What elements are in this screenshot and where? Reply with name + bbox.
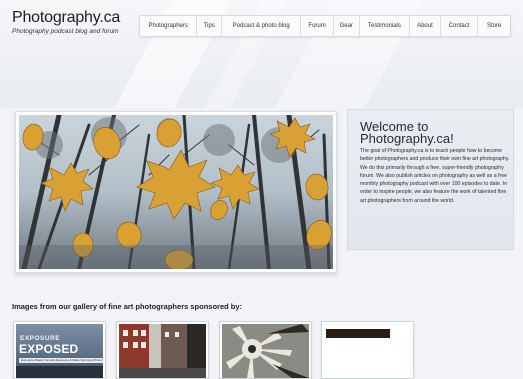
gallery-thumb-city-street[interactable] [116,321,209,379]
cover-band [16,366,103,378]
gallery-thumb-exposure-ebook[interactable]: EXPOSURE EXPOSED Exposure Master Camera … [13,321,106,379]
feature-photo-autumn-leaves[interactable] [19,115,333,269]
header: Photography.ca Photography podcast blog … [0,0,523,108]
abstract-photo [222,324,309,378]
cover-title: EXPOSED [19,342,79,356]
nav-about[interactable]: About [410,16,441,36]
nav-gear[interactable]: Gear [334,16,360,36]
cover-title: EXPOSURE [20,335,61,342]
gallery-thumb-dark[interactable] [321,321,414,379]
nav-podcast-photo-blog[interactable]: Podcast & photo blog [222,16,302,36]
welcome-box: Welcome to Photography.ca! The goal of P… [347,109,514,250]
cover-subtitle: Exposure Master Camera Exposure & Make S… [19,358,103,363]
nav-photographers[interactable]: Photographers [140,16,198,36]
welcome-title: Welcome to Photography.ca! [360,119,454,146]
thumb-image [119,324,206,378]
main-nav: Photographers Tips Podcast & photo blog … [139,15,511,37]
site-logo[interactable]: Photography.ca [12,9,120,27]
gallery-thumb-abstract-bw[interactable] [219,321,312,379]
city-street-photo [119,324,206,378]
nav-tips[interactable]: Tips [197,16,223,36]
site-tagline: Photography podcast blog and forum [12,28,119,35]
thumb-dark-strip [326,329,390,338]
feature-image-frame [15,111,337,273]
gallery-heading: Images from our gallery of fine art phot… [12,302,243,311]
nav-forum[interactable]: Forum [301,16,334,36]
thumb-image [222,324,309,378]
thumb-image [324,324,411,378]
nav-contact[interactable]: Contact [441,16,479,36]
page: Photography.ca Photography podcast blog … [0,0,523,379]
nav-testimonials[interactable]: Testimonials [360,16,411,36]
nav-store[interactable]: Store [478,16,510,36]
welcome-text: The goal of Photography.ca is to teach p… [360,148,510,204]
thumb-image: EXPOSURE EXPOSED Exposure Master Camera … [16,324,103,378]
